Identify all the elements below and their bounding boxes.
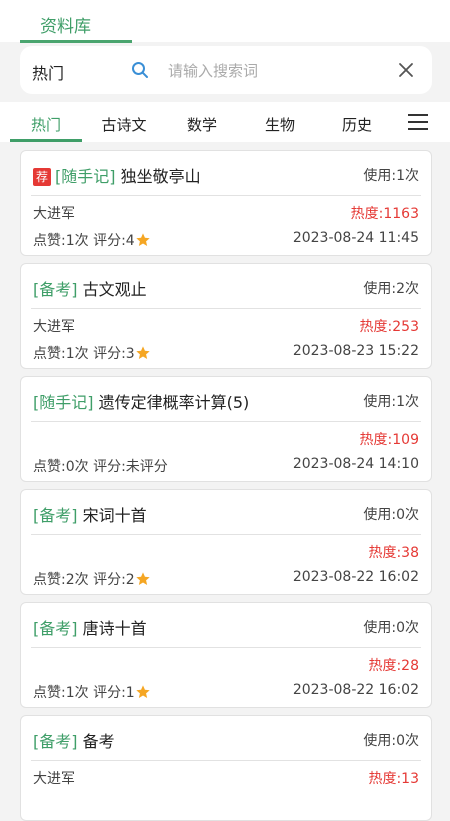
card-title: 遗传定律概率计算(5)	[98, 393, 250, 412]
card-tag: [备考]	[33, 280, 78, 299]
usage-count: 使用:0次	[363, 733, 419, 749]
rating-label: 评分:2	[93, 572, 135, 588]
search-category[interactable]: 热门	[32, 60, 64, 84]
card-divider	[31, 308, 421, 309]
card-date: 2023-08-24 14:10	[292, 456, 419, 472]
card-title-row: [备考] 宋词十首	[33, 502, 147, 526]
card-title: 唐诗十首	[82, 619, 147, 638]
card-date: 2023-08-23 15:22	[292, 343, 419, 359]
card-tag: [随手记]	[55, 167, 116, 186]
likes-count: 点赞:1次	[33, 685, 89, 701]
star-icon	[136, 685, 150, 698]
tab-biology[interactable]: 生物	[244, 114, 316, 135]
usage-count: 使用:1次	[363, 394, 419, 410]
heat-value: 热度:13	[368, 771, 419, 787]
search-icon[interactable]	[130, 60, 150, 80]
likes-count: 点赞:2次	[33, 572, 89, 588]
heat-value: 热度:28	[368, 658, 419, 674]
card-title-row: [备考] 古文观止	[33, 276, 147, 300]
resource-card[interactable]: [随手记] 遗传定律概率计算(5) 使用:1次 热度:109 点赞:0次 评分:…	[20, 376, 432, 482]
card-date: 2023-08-22 16:02	[292, 569, 419, 585]
tab-hot[interactable]: 热门	[10, 114, 82, 135]
star-icon	[136, 346, 150, 359]
heat-value: 热度:109	[359, 432, 419, 448]
likes-count: 点赞:0次	[33, 459, 89, 475]
heat-value: 热度:253	[359, 319, 419, 335]
tab-history[interactable]: 历史	[321, 114, 393, 135]
menu-icon[interactable]	[406, 112, 430, 132]
star-icon	[136, 572, 150, 585]
category-tabs: 热门 古诗文 数学 生物 历史	[0, 102, 450, 142]
tab-math[interactable]: 数学	[166, 114, 238, 135]
card-title: 古文观止	[82, 280, 147, 299]
heat-value: 热度:38	[368, 545, 419, 561]
card-tag: [备考]	[33, 732, 78, 751]
tab-library[interactable]: 资料库	[20, 0, 132, 43]
tab-classical-poetry[interactable]: 古诗文	[88, 114, 160, 135]
rating-label: 评分:未评分	[93, 459, 168, 475]
card-tag: [备考]	[33, 506, 78, 525]
card-divider	[31, 647, 421, 648]
active-tab-indicator	[10, 139, 82, 142]
tab-library-label: 资料库	[40, 17, 91, 37]
rating-label: 评分:4	[93, 233, 135, 249]
card-tag: [备考]	[33, 619, 78, 638]
resource-card[interactable]: 荐 [随手记] 独坐敬亭山 使用:1次 大进军 热度:1163 点赞:1次 评分:…	[20, 150, 432, 256]
resource-card[interactable]: [备考] 备考 使用:0次 大进军 热度:13	[20, 715, 432, 821]
card-stats: 点赞:1次 评分:1	[33, 682, 151, 702]
usage-count: 使用:1次	[363, 168, 419, 184]
heat-value: 热度:1163	[350, 206, 419, 222]
card-divider	[31, 421, 421, 422]
card-divider	[31, 760, 421, 761]
likes-count: 点赞:1次	[33, 233, 89, 249]
card-stats: 点赞:2次 评分:2	[33, 569, 151, 589]
card-title-row: [备考] 唐诗十首	[33, 615, 147, 639]
usage-count: 使用:0次	[363, 507, 419, 523]
card-stats: 点赞:0次 评分:未评分	[33, 456, 168, 476]
card-date: 2023-08-22 16:02	[292, 682, 419, 698]
top-bar: 资料库	[0, 0, 450, 43]
card-title: 宋词十首	[82, 506, 147, 525]
card-title: 独坐敬亭山	[120, 167, 201, 186]
search-bar: 热门	[20, 46, 432, 94]
card-tag: [随手记]	[33, 393, 94, 412]
card-date: 2023-08-24 11:45	[292, 230, 419, 246]
resource-card[interactable]: [备考] 唐诗十首 使用:0次 热度:28 点赞:1次 评分:1 2023-08…	[20, 602, 432, 708]
resource-card[interactable]: [备考] 宋词十首 使用:0次 热度:38 点赞:2次 评分:2 2023-08…	[20, 489, 432, 595]
author-name: 大进军	[33, 771, 75, 787]
resource-card[interactable]: [备考] 古文观止 使用:2次 大进军 热度:253 点赞:1次 评分:3 20…	[20, 263, 432, 369]
usage-count: 使用:2次	[363, 281, 419, 297]
author-name: 大进军	[33, 206, 75, 222]
close-icon[interactable]	[396, 60, 416, 80]
likes-count: 点赞:1次	[33, 346, 89, 362]
card-divider	[31, 534, 421, 535]
card-stats: 点赞:1次 评分:4	[33, 230, 151, 250]
star-icon	[136, 233, 150, 246]
card-title: 备考	[82, 732, 115, 751]
rating-label: 评分:1	[93, 685, 135, 701]
card-title-row: [备考] 备考	[33, 728, 115, 752]
card-divider	[31, 195, 421, 196]
usage-count: 使用:0次	[363, 620, 419, 636]
rating-label: 评分:3	[93, 346, 135, 362]
author-name: 大进军	[33, 319, 75, 335]
card-title-row: [随手记] 遗传定律概率计算(5)	[33, 389, 249, 413]
recommend-badge: 荐	[33, 168, 51, 186]
search-input[interactable]	[166, 56, 390, 86]
card-title-row: 荐 [随手记] 独坐敬亭山	[33, 163, 201, 187]
card-stats: 点赞:1次 评分:3	[33, 343, 151, 363]
